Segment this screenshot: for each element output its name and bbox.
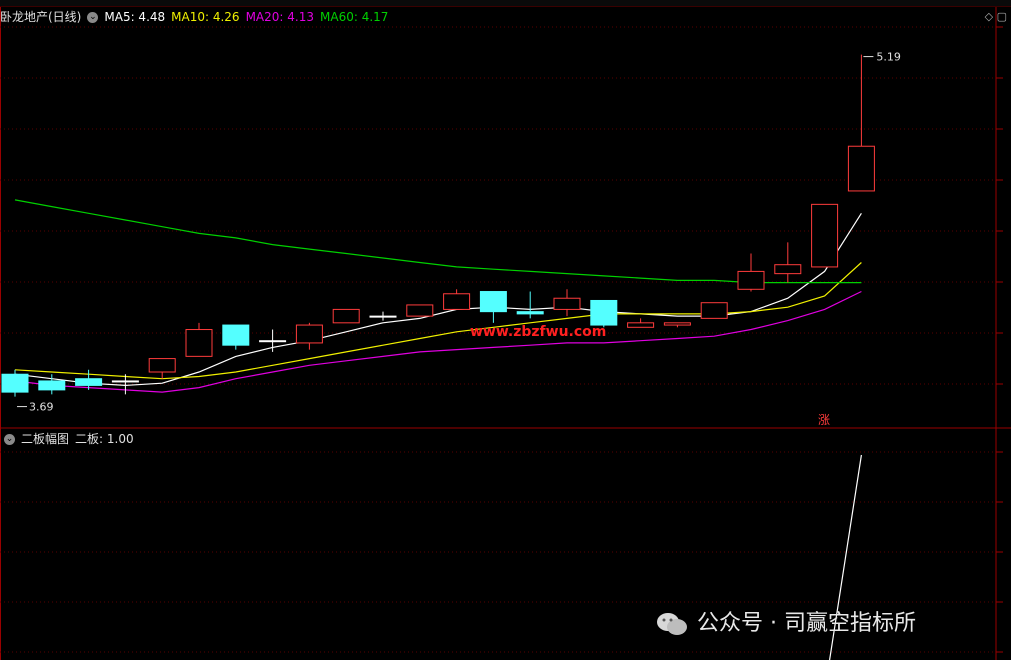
- candle-body-up: [332, 308, 360, 324]
- candle-body-up: [663, 322, 691, 326]
- candle-body-down: [516, 311, 544, 315]
- wechat-watermark: 公众号 · 司赢空指标所: [655, 605, 916, 637]
- candle-body-down: [259, 340, 287, 343]
- candle-body-up: [443, 293, 471, 310]
- candle-body-down: [38, 380, 66, 391]
- ma-line-ma5: [14, 212, 862, 387]
- candle-body-up: [774, 264, 802, 275]
- watermark-text: 公众号 · 司赢空指标所: [697, 611, 916, 636]
- moving-average-layer: [14, 199, 862, 393]
- candle-body-up: [295, 324, 323, 344]
- candle-body-down: [1, 373, 29, 393]
- candle-body-up: [553, 297, 581, 310]
- wechat-logo-icon: [657, 613, 687, 635]
- zhangting-label: 涨: [818, 412, 830, 427]
- high-price-marker: 5.19: [876, 51, 901, 64]
- candle-body-up: [811, 203, 839, 268]
- candle-body-up: [406, 304, 434, 317]
- candle-body-up: [737, 270, 765, 290]
- candle-body-up: [700, 302, 728, 319]
- candle-body-down: [369, 315, 397, 318]
- candle-body-down: [111, 380, 139, 383]
- kline-chart[interactable]: 3.69 5.19 涨 www.zbzfwu.com: [0, 0, 1011, 660]
- candle-body-down: [222, 324, 250, 346]
- candle-body-down: [590, 299, 618, 326]
- candle-body-up: [627, 322, 655, 328]
- candle-body-up: [185, 329, 213, 357]
- low-price-marker: 3.69: [29, 401, 54, 414]
- center-watermark: www.zbzfwu.com: [470, 324, 606, 340]
- candle-body-up: [148, 358, 176, 373]
- ma-line-ma10: [14, 262, 862, 380]
- candle-body-down: [75, 378, 103, 386]
- ma-line-ma60: [14, 199, 862, 284]
- candle-body-up: [847, 145, 875, 192]
- candle-body-down: [479, 291, 507, 313]
